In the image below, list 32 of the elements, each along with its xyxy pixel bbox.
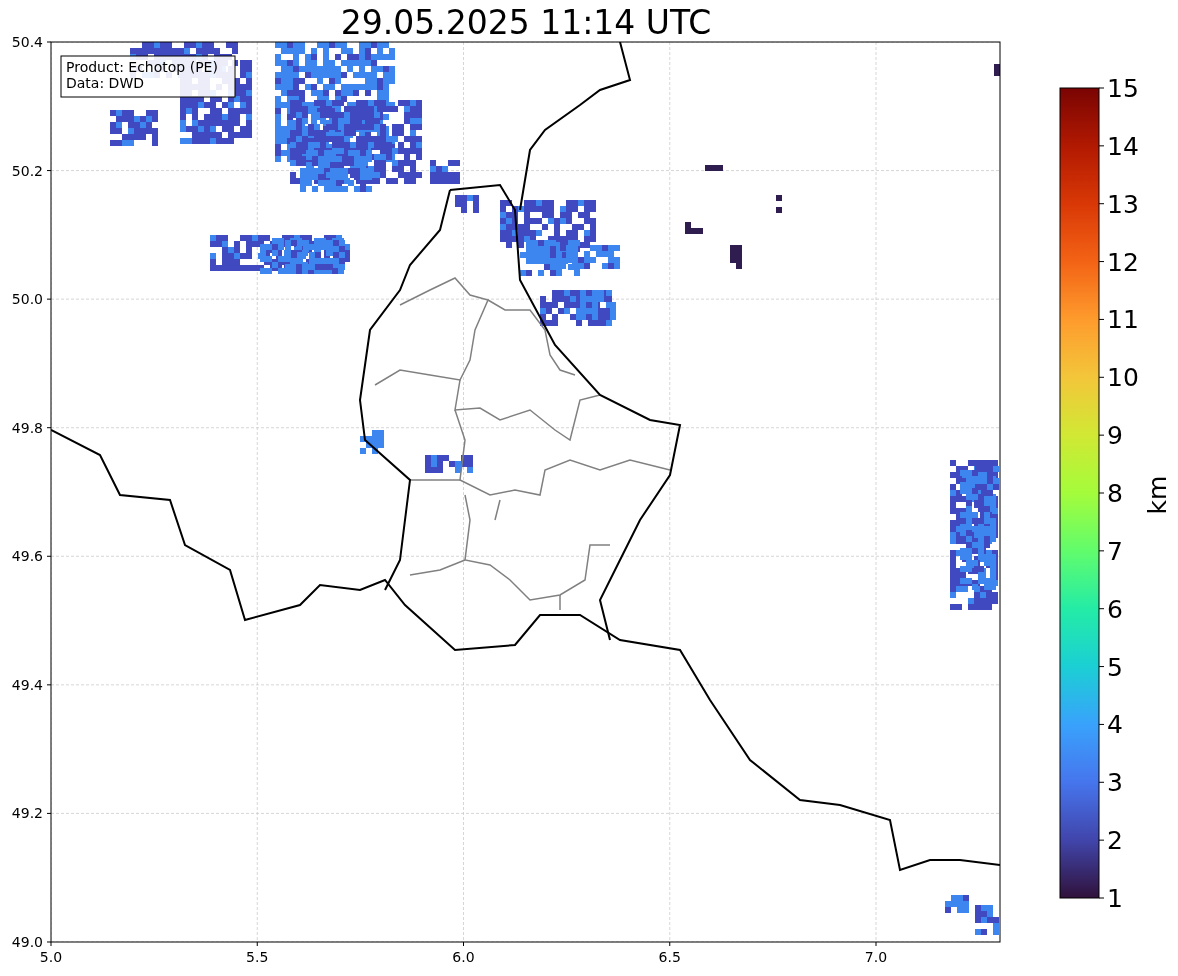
colorbar-tick-label: 6 [1107,594,1123,624]
colorbar-tick-label: 9 [1107,421,1123,451]
colorbar-label: km [1143,475,1172,515]
colorbar-tick-label: 4 [1107,710,1123,740]
y-tick-label: 49.4 [11,676,43,693]
colorbar-tick-label: 1 [1107,884,1123,913]
y-tick-label: 50.4 [11,34,43,50]
colorbar-tick-label: 5 [1107,652,1123,682]
info-text: Product: Echotop (PE) [66,59,218,75]
y-tick-label: 49.6 [11,548,43,565]
chart-title: 29.05.2025 11:14 UTC [340,3,712,42]
x-tick-label: 6.5 [658,949,681,965]
colorbar-tick-label: 7 [1107,536,1123,566]
colorbar-tick-label: 10 [1107,363,1139,393]
colorbar-tick-label: 8 [1107,479,1123,508]
y-tick-label: 50.0 [11,291,43,308]
x-tick-label: 6.0 [452,949,475,965]
y-tick-label: 49.0 [11,934,43,950]
y-tick-label: 50.2 [11,162,43,179]
colorbar-tick-label: 15 [1107,74,1139,103]
x-tick-label: 5.0 [39,949,63,965]
colorbar-tick-label: 14 [1107,131,1139,161]
colorbar-tick-label: 13 [1107,189,1139,219]
colorbar-tick-label: 12 [1107,247,1139,277]
colorbar-tick-label: 3 [1107,768,1123,798]
colorbar-tick-label: 2 [1107,826,1123,856]
info-text: Data: DWD [66,75,144,91]
x-tick-label: 7.0 [864,949,888,965]
y-tick-label: 49.8 [11,419,43,436]
y-tick-label: 49.2 [11,805,43,822]
x-tick-label: 5.5 [246,949,269,965]
colorbar-tick-label: 11 [1107,305,1139,335]
